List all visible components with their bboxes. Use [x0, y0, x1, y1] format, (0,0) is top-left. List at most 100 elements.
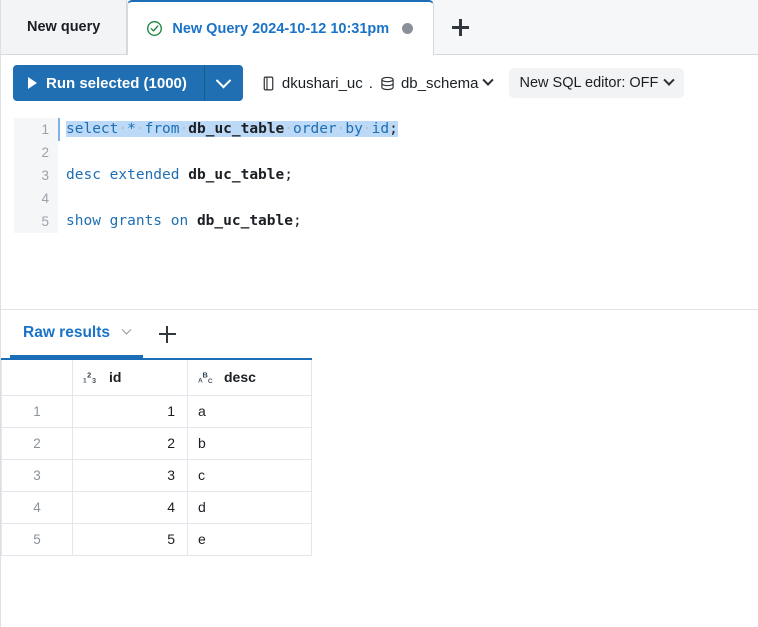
code-token: select [66, 121, 119, 137]
numeric-type-icon: 1 2 3 [83, 370, 96, 385]
tab-active-query[interactable]: New Query 2024-10-12 10:31pm [127, 0, 435, 55]
code-token: desc extended [66, 167, 189, 183]
column-header-rownum[interactable] [1, 358, 73, 396]
table-cell[interactable]: d [187, 490, 312, 524]
chevron-down-icon [121, 324, 132, 335]
run-options-dropdown[interactable] [204, 65, 243, 101]
chevron-down-icon [663, 74, 676, 86]
new-sql-editor-label: New SQL editor: OFF [519, 75, 659, 91]
code-token: db_uc_table [188, 167, 285, 183]
plus-icon [451, 18, 469, 36]
sql-code-editor[interactable]: 1 select·*·from·db_uc_table·order·by·id; 2… [1, 111, 758, 309]
code-line-text: desc extended db_uc_table; [58, 164, 293, 187]
column-header-id-label: id [109, 369, 122, 386]
tab-raw-results[interactable]: Raw results [10, 311, 144, 358]
code-line-text: select·*·from·db_uc_table·order·by·id; [58, 118, 398, 141]
code-line[interactable]: 3 desc extended db_uc_table; [1, 164, 758, 187]
new-sql-editor-toggle[interactable]: New SQL editor: OFF [508, 68, 685, 98]
code-token: db_uc_table [188, 121, 285, 137]
results-grid-head: 1 2 3 id A B C desc [1, 358, 312, 396]
catalog-name: dkushari_uc [281, 74, 363, 92]
line-number: 2 [14, 141, 58, 164]
code-line-text [58, 141, 66, 164]
code-token: id [371, 121, 390, 137]
code-token: · [284, 121, 294, 137]
chevron-down-icon [216, 72, 232, 88]
table-row[interactable]: 22b [1, 426, 312, 460]
add-visualization-button[interactable] [146, 311, 188, 358]
catalog-schema-picker[interactable]: dkushari_uc . db_schema [256, 71, 496, 96]
table-cell[interactable]: 1 [72, 394, 188, 428]
check-circle-icon [147, 21, 163, 36]
code-token: · [179, 121, 189, 137]
tab-raw-results-label: Raw results [23, 323, 111, 341]
table-row[interactable]: 44d [1, 490, 312, 524]
table-row[interactable]: 33c [1, 458, 312, 492]
code-token: ; [284, 167, 293, 183]
code-token: * [127, 121, 136, 137]
tab-new-query[interactable]: New query [1, 0, 128, 54]
tab-new-query-label: New query [27, 19, 101, 35]
line-number: 3 [14, 164, 58, 187]
code-token: db_uc_table [196, 213, 293, 229]
code-token: by [345, 121, 363, 137]
new-tab-button[interactable] [434, 0, 486, 54]
row-number-cell: 1 [1, 394, 73, 428]
tab-active-query-label: New Query 2024-10-12 10:31pm [172, 20, 390, 37]
code-token: · [362, 121, 372, 137]
column-header-id[interactable]: 1 2 3 id [72, 358, 188, 396]
table-cell[interactable]: e [187, 522, 312, 556]
svg-text:2: 2 [87, 370, 91, 379]
row-number-cell: 5 [1, 522, 73, 556]
code-line[interactable]: 5 show grants on db_uc_table; [1, 210, 758, 233]
table-cell[interactable]: 2 [72, 426, 188, 460]
play-icon [28, 77, 37, 89]
code-line-text: show grants on db_uc_table; [58, 210, 302, 233]
editor-toolbar: Run selected (1000) dkushari_uc . db_sch… [1, 55, 758, 111]
column-header-desc-label: desc [224, 369, 256, 386]
table-cell[interactable]: 3 [72, 458, 188, 492]
table-cell[interactable]: 5 [72, 522, 188, 556]
code-token: order [293, 121, 337, 137]
results-grid-body: 11a22b33c44d55e [1, 394, 312, 556]
run-selected-label: Run selected (1000) [46, 74, 187, 92]
table-row[interactable]: 11a [1, 394, 312, 428]
code-token: · [118, 121, 128, 137]
table-row[interactable]: 55e [1, 522, 312, 556]
code-line[interactable]: 2 [1, 141, 758, 164]
code-token: · [135, 121, 145, 137]
code-token: ; [292, 213, 302, 229]
unsaved-dot-icon [402, 23, 414, 34]
tab-strip: New query New Query 2024-10-12 10:31pm [1, 0, 758, 55]
column-header-desc[interactable]: A B C desc [187, 358, 312, 396]
table-cell[interactable]: a [187, 394, 312, 428]
code-token: show grants on [66, 213, 197, 229]
results-tab-bar: Raw results [1, 310, 758, 358]
table-cell[interactable]: c [187, 458, 312, 492]
sql-editor-page: New query New Query 2024-10-12 10:31pm R… [0, 0, 758, 627]
code-token: from [144, 121, 180, 137]
code-line-text [58, 187, 66, 210]
code-token: ; [389, 121, 398, 137]
row-number-cell: 3 [1, 458, 73, 492]
svg-text:3: 3 [92, 376, 96, 385]
table-cell[interactable]: b [187, 426, 312, 460]
chevron-down-icon [481, 74, 494, 86]
results-grid[interactable]: 1 2 3 id A B C desc 1 1 a 2 2 b 3 3 c 4 … [1, 358, 312, 556]
code-line[interactable]: 1 select·*·from·db_uc_table·order·by·id; [1, 118, 758, 141]
code-line[interactable]: 4 [1, 187, 758, 210]
run-button-group: Run selected (1000) [13, 65, 243, 101]
svg-text:C: C [208, 378, 213, 385]
string-type-icon: A B C [198, 370, 213, 385]
code-lines: 1 select·*·from·db_uc_table·order·by·id; 2… [1, 118, 758, 233]
table-cell[interactable]: 4 [72, 490, 188, 524]
catalog-icon [263, 76, 274, 90]
line-number: 1 [14, 118, 58, 141]
database-icon [381, 76, 394, 90]
line-number: 4 [14, 187, 58, 210]
row-number-cell: 4 [1, 490, 73, 524]
plus-icon [158, 325, 176, 343]
run-selected-button[interactable]: Run selected (1000) [13, 65, 205, 101]
catalog-schema-separator: . [368, 74, 373, 92]
row-number-cell: 2 [1, 426, 73, 460]
